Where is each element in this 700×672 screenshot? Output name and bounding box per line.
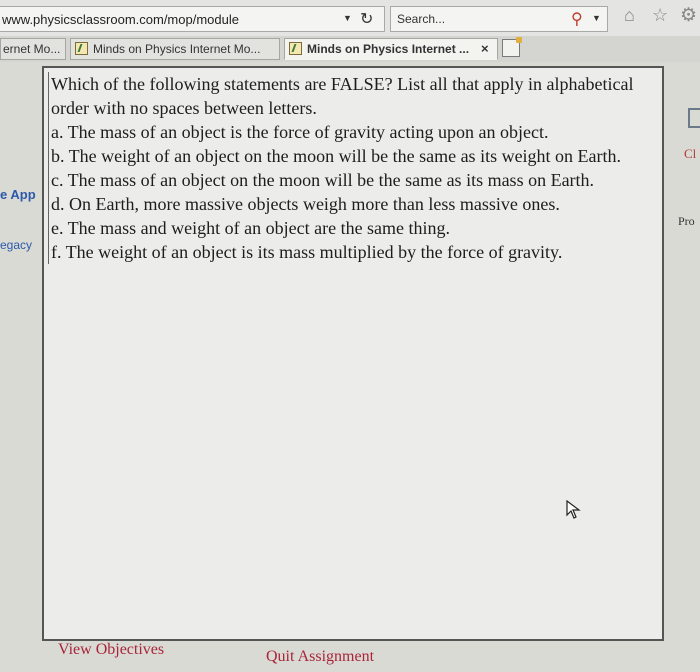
- question-prompt: Which of the following statements are FA…: [51, 74, 634, 118]
- option-c: c. The mass of an object on the moon wil…: [51, 170, 595, 190]
- sidebar-fragment-box: [688, 108, 700, 128]
- url-field[interactable]: www.physicsclassroom.com/mop/module ▼ ↻: [0, 6, 385, 32]
- search-icon[interactable]: ⚲: [571, 9, 583, 29]
- option-a: a. The mass of an object is the force of…: [51, 122, 549, 142]
- search-input[interactable]: Search... ⚲ ▼: [390, 6, 608, 32]
- close-tab-icon[interactable]: ×: [481, 41, 489, 56]
- option-d: d. On Earth, more massive objects weigh …: [51, 194, 560, 214]
- url-dropdown-icon[interactable]: ▼: [343, 13, 352, 23]
- sidebar-fragment-app[interactable]: e App: [0, 187, 36, 202]
- tab-label: Minds on Physics Internet Mo...: [93, 42, 261, 56]
- option-e: e. The mass and weight of an object are …: [51, 218, 451, 238]
- tab-internet-mop-active[interactable]: Minds on Physics Internet ... ×: [284, 38, 498, 60]
- sidebar-fragment-legacy[interactable]: egacy: [0, 238, 36, 252]
- sidebar-fragment-cl[interactable]: Cl: [684, 146, 700, 162]
- mouse-cursor-icon: [566, 500, 581, 519]
- page-content: e App egacy Cl Pro Which of the followin…: [0, 62, 700, 672]
- physics-favicon-icon: [75, 42, 88, 55]
- new-tab-button[interactable]: [502, 37, 522, 57]
- tab-internet-mop-2[interactable]: Minds on Physics Internet Mo...: [70, 38, 280, 60]
- star-icon[interactable]: ☆: [652, 5, 668, 26]
- option-b: b. The weight of an object on the moon w…: [51, 146, 622, 166]
- browser-address-bar: www.physicsclassroom.com/mop/module ▼ ↻ …: [0, 0, 700, 37]
- refresh-icon[interactable]: ↻: [360, 9, 373, 29]
- tab-internet-mop-1[interactable]: ernet Mo...: [0, 38, 66, 60]
- tab-label: ernet Mo...: [3, 42, 61, 56]
- option-f: f. The weight of an object is its mass m…: [51, 242, 563, 262]
- search-placeholder[interactable]: Search...: [397, 12, 445, 26]
- question-text-block: Which of the following statements are FA…: [48, 72, 656, 264]
- question-panel: Which of the following statements are FA…: [42, 66, 664, 641]
- physics-favicon-icon: [289, 42, 302, 55]
- home-icon[interactable]: ⌂: [624, 5, 635, 26]
- tab-label: Minds on Physics Internet ...: [307, 42, 470, 56]
- search-dropdown-icon[interactable]: ▼: [592, 13, 601, 23]
- sidebar-fragment-pro[interactable]: Pro: [678, 214, 700, 229]
- tab-bar: ernet Mo... Minds on Physics Internet Mo…: [0, 36, 700, 62]
- gear-icon[interactable]: ⚙: [680, 4, 697, 27]
- quit-assignment-link[interactable]: Quit Assignment: [266, 648, 374, 666]
- url-text[interactable]: www.physicsclassroom.com/mop/module: [2, 12, 239, 27]
- view-objectives-link[interactable]: View Objectives: [58, 641, 164, 659]
